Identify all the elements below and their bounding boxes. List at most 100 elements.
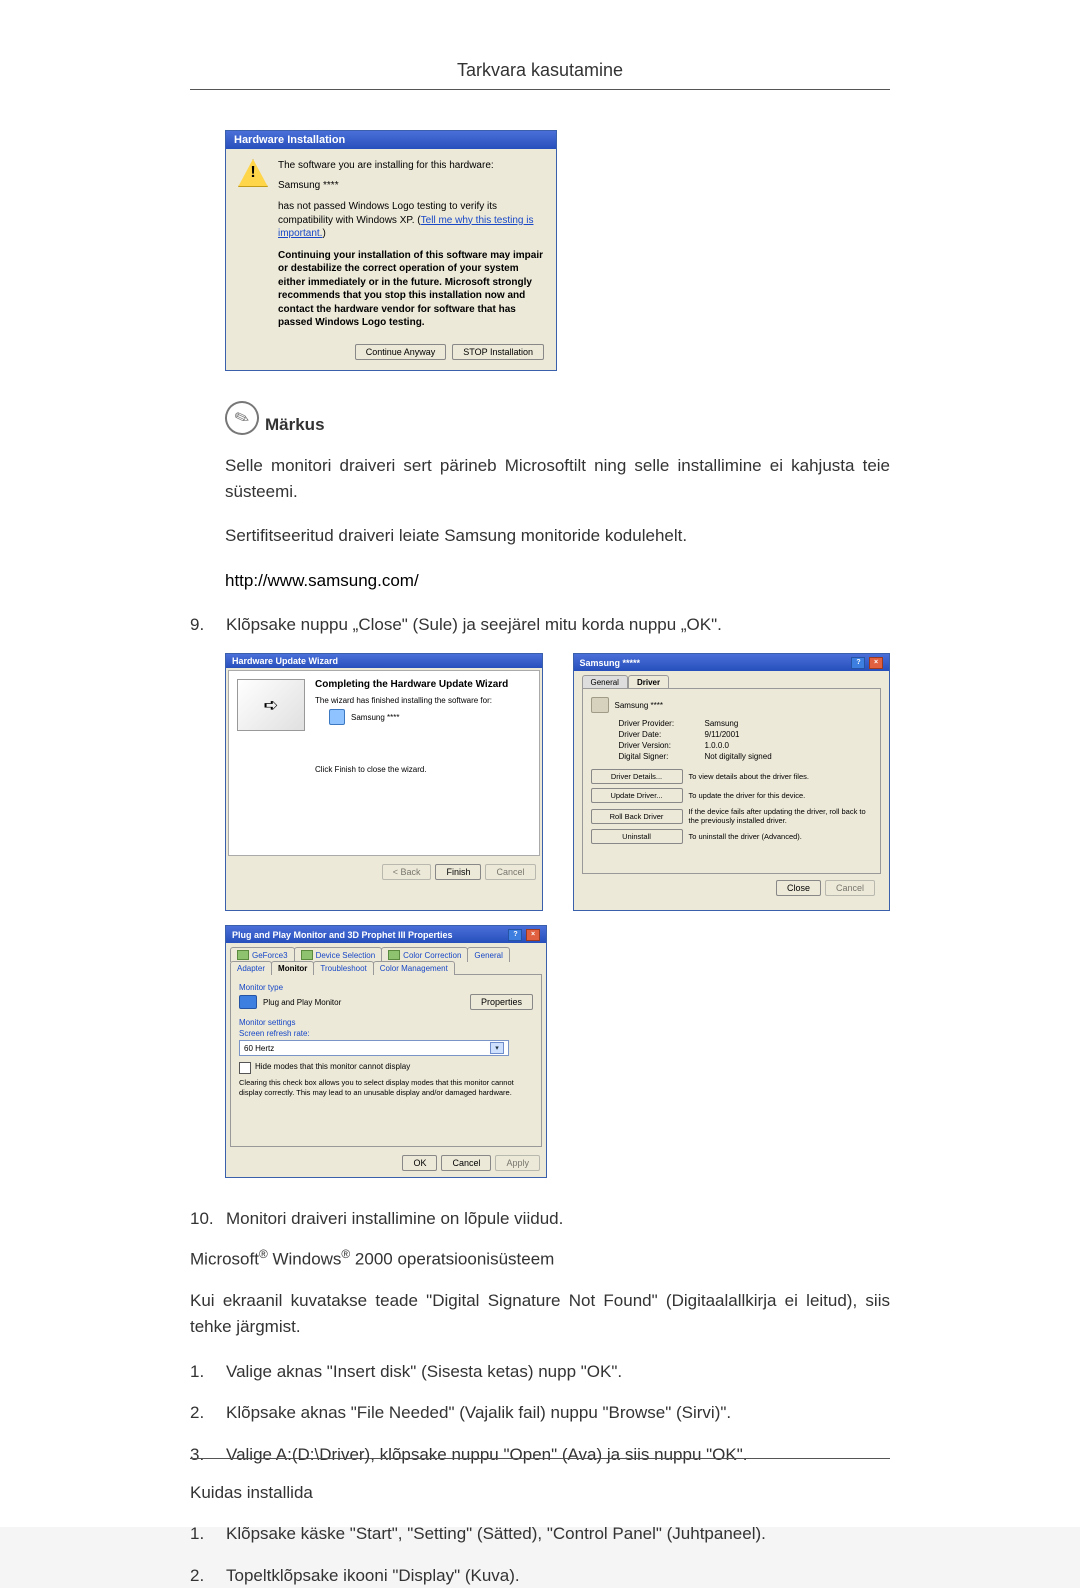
update-desc: To update the driver for this device.: [689, 791, 873, 800]
warning-text: Continuing your installation of this sof…: [278, 249, 544, 330]
cancel-button: Cancel: [825, 880, 875, 896]
uninstall-desc: To uninstall the driver (Advanced).: [689, 832, 873, 841]
step-9-text: Klõpsake nuppu „Close" (Sule) ja seejäre…: [226, 612, 722, 638]
dialog-text: The software you are installing for this…: [278, 159, 544, 173]
step-number: 9.: [190, 612, 208, 638]
step-number: 1.: [190, 1521, 208, 1547]
hide-modes-hint: Clearing this check box allows you to se…: [239, 1078, 533, 1098]
tab-color-correction[interactable]: Color Correction: [381, 947, 468, 962]
header-rule: [190, 89, 890, 90]
close-icon[interactable]: ×: [869, 657, 883, 669]
monitor-settings-heading: Monitor settings: [239, 1018, 533, 1027]
os-heading: Microsoft® Windows® 2000 operatsioonisüs…: [190, 1247, 890, 1270]
howto-install-heading: Kuidas installida: [190, 1483, 890, 1503]
help-icon[interactable]: ?: [508, 929, 522, 941]
page-title: Tarkvara kasutamine: [190, 60, 890, 81]
tab-geforce3[interactable]: GeForce3: [230, 947, 295, 962]
finish-button[interactable]: Finish: [435, 864, 481, 880]
product-name: Samsung ****: [278, 179, 544, 193]
step-a1-text: Valige aknas "Insert disk" (Sisesta keta…: [226, 1359, 622, 1385]
step-b1-text: Klõpsake käske "Start", "Setting" (Sätte…: [226, 1521, 766, 1547]
step-number: 2.: [190, 1563, 208, 1588]
logo-testing-text: has not passed Windows Logo testing to v…: [278, 200, 544, 241]
monitor-type-heading: Monitor type: [239, 983, 533, 992]
refresh-rate-value: 60 Hertz: [244, 1044, 274, 1053]
date-value: 9/11/2001: [705, 730, 740, 739]
step-number: 10.: [190, 1206, 208, 1232]
note-paragraph-1: Selle monitori draiveri sert pärineb Mic…: [225, 453, 890, 506]
driver-details-button[interactable]: Driver Details...: [591, 769, 683, 784]
update-driver-button[interactable]: Update Driver...: [591, 788, 683, 803]
tab-general[interactable]: General: [467, 947, 509, 962]
tab-monitor[interactable]: Monitor: [271, 961, 314, 975]
tab-device-selection[interactable]: Device Selection: [294, 947, 383, 962]
uninstall-button[interactable]: Uninstall: [591, 829, 683, 844]
hardware-update-wizard-dialog: Hardware Update Wizard ➪ Completing the …: [225, 653, 543, 911]
refresh-rate-label: Screen refresh rate:: [239, 1029, 533, 1038]
wizard-art-icon: ➪: [237, 679, 305, 731]
wizard-finish-hint: Click Finish to close the wizard.: [315, 765, 531, 774]
version-label: Driver Version:: [619, 741, 699, 750]
help-icon[interactable]: ?: [851, 657, 865, 669]
nvidia-icon: [388, 950, 400, 960]
monitor-properties-dialog: Plug and Play Monitor and 3D Prophet III…: [225, 925, 547, 1178]
cancel-button[interactable]: Cancel: [441, 1155, 491, 1171]
rollback-driver-button[interactable]: Roll Back Driver: [591, 809, 683, 824]
signer-value: Not digitally signed: [705, 752, 772, 761]
apply-button: Apply: [495, 1155, 540, 1171]
wizard-heading: Completing the Hardware Update Wizard: [315, 679, 531, 690]
step-number: 1.: [190, 1359, 208, 1385]
note-paragraph-2: Sertifitseeritud draiveri leiate Samsung…: [225, 523, 890, 549]
back-button: < Back: [382, 864, 432, 880]
tab-general[interactable]: General: [582, 675, 628, 689]
samsung-url[interactable]: http://www.samsung.com/: [225, 571, 419, 590]
continue-anyway-button[interactable]: Continue Anyway: [355, 344, 447, 360]
device-name: Samsung ****: [615, 701, 663, 710]
wizard-line: The wizard has finished installing the s…: [315, 696, 531, 705]
chevron-down-icon: ▾: [490, 1042, 504, 1054]
rollback-desc: If the device fails after updating the d…: [689, 807, 873, 825]
version-value: 1.0.0.0: [705, 741, 729, 750]
cancel-button: Cancel: [485, 864, 535, 880]
step-number: 3.: [190, 1442, 208, 1468]
nvidia-icon: [301, 950, 313, 960]
date-label: Driver Date:: [619, 730, 699, 739]
warning-icon: !: [238, 159, 268, 187]
step-a2-text: Klõpsake aknas "File Needed" (Vajalik fa…: [226, 1400, 731, 1426]
step-10-text: Monitori draiveri installimine on lõpule…: [226, 1206, 563, 1232]
note-label: Märkus: [265, 415, 325, 435]
hide-modes-label: Hide modes that this monitor cannot disp…: [255, 1062, 410, 1071]
signer-label: Digital Signer:: [619, 752, 699, 761]
driver-properties-dialog: Samsung ***** ? × General Driver Samsung…: [573, 653, 891, 911]
nvidia-icon: [237, 950, 249, 960]
step-number: 2.: [190, 1400, 208, 1426]
device-icon: [329, 709, 345, 725]
provider-value: Samsung: [705, 719, 739, 728]
footer-rule: [190, 1458, 890, 1459]
wizard-title: Hardware Update Wizard: [232, 656, 338, 666]
dialog-title: Hardware Installation: [226, 131, 556, 149]
monitor-icon: [239, 995, 257, 1009]
ok-button[interactable]: OK: [402, 1155, 437, 1171]
details-desc: To view details about the driver files.: [689, 772, 873, 781]
tab-driver[interactable]: Driver: [628, 675, 669, 689]
step-b2-text: Topeltklõpsake ikooni "Display" (Kuva).: [226, 1563, 520, 1588]
monitor-props-title: Plug and Play Monitor and 3D Prophet III…: [232, 930, 453, 940]
device-icon: [591, 697, 609, 713]
close-button[interactable]: Close: [776, 880, 821, 896]
driver-props-title: Samsung *****: [580, 658, 641, 668]
hide-modes-checkbox[interactable]: [239, 1062, 251, 1074]
properties-button[interactable]: Properties: [470, 994, 533, 1010]
step-a3-text: Valige A:(D:\Driver), klõpsake nuppu "Op…: [226, 1442, 747, 1468]
note-icon: [220, 396, 264, 440]
provider-label: Driver Provider:: [619, 719, 699, 728]
tab-color-management[interactable]: Color Management: [373, 961, 455, 975]
close-icon[interactable]: ×: [526, 929, 540, 941]
hardware-installation-dialog: Hardware Installation ! The software you…: [225, 130, 557, 371]
stop-installation-button[interactable]: STOP Installation: [452, 344, 544, 360]
refresh-rate-dropdown[interactable]: 60 Hertz ▾: [239, 1040, 509, 1056]
tab-troubleshoot[interactable]: Troubleshoot: [313, 961, 373, 975]
digital-signature-paragraph: Kui ekraanil kuvatakse teade "Digital Si…: [190, 1288, 890, 1341]
tab-adapter[interactable]: Adapter: [230, 961, 272, 975]
wizard-product: Samsung ****: [351, 713, 399, 722]
